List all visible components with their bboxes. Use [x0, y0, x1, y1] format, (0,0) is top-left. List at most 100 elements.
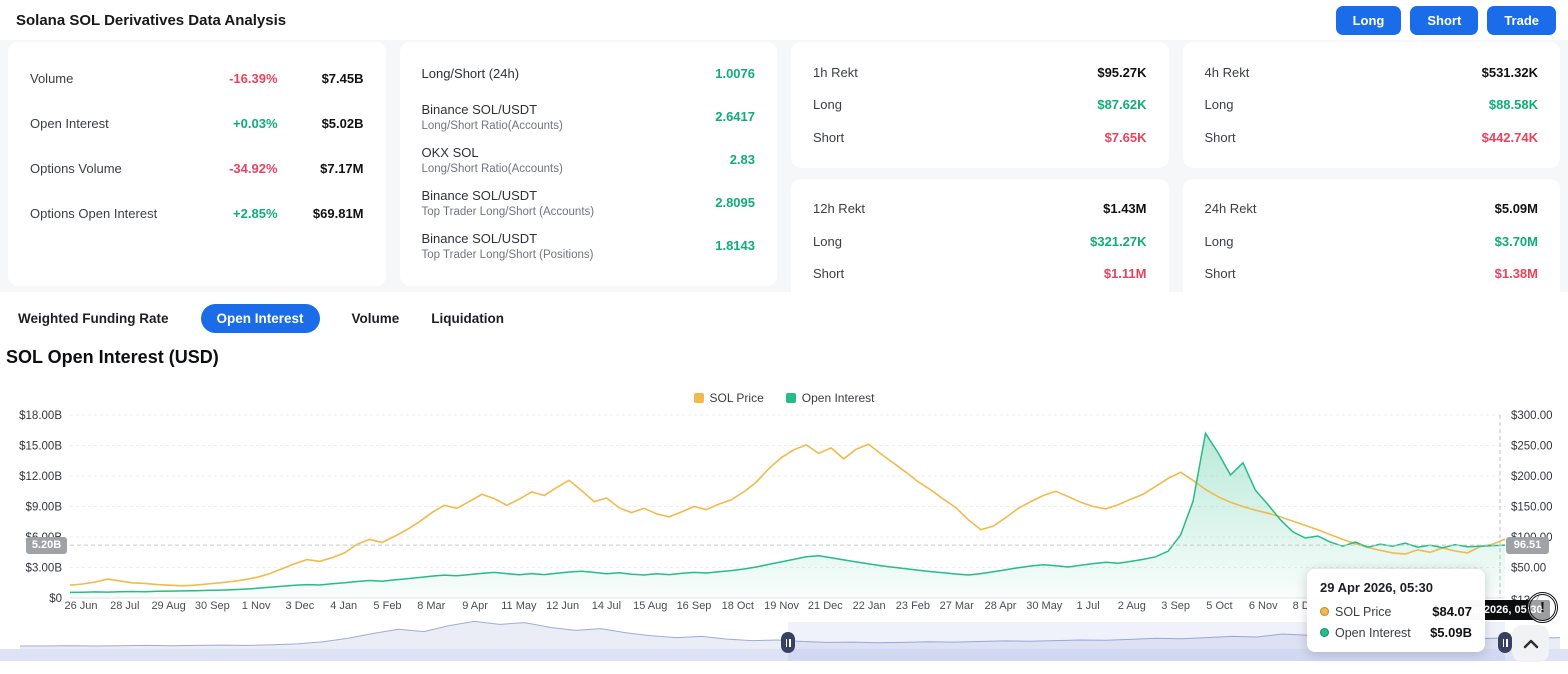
svg-text:22 Jan: 22 Jan	[853, 600, 886, 612]
rekt-long-value: $3.70M	[1494, 233, 1538, 249]
svg-text:19 Nov: 19 Nov	[764, 600, 799, 612]
svg-text:5 Feb: 5 Feb	[373, 600, 401, 612]
rekt-short-label: Short	[1204, 129, 1236, 145]
svg-text:12 Jun: 12 Jun	[546, 600, 579, 612]
trade-button[interactable]: Trade	[1487, 5, 1556, 35]
rekt-long-label: Long	[1204, 97, 1234, 113]
rekt-long-value: $87.62K	[1097, 97, 1147, 113]
rekt-long-value: $88.58K	[1488, 97, 1538, 113]
long-button[interactable]: Long	[1335, 5, 1402, 35]
page-title: Solana SOL Derivatives Data Analysis	[16, 11, 287, 29]
tab-weighted-funding-rate[interactable]: Weighted Funding Rate	[18, 311, 169, 326]
market-metrics-card: Volume -16.39% $7.45B Open Interest +0.0…	[8, 42, 386, 286]
metric-row-open-interest: Open Interest +0.03% $5.02B	[30, 101, 364, 146]
tab-volume[interactable]: Volume	[352, 311, 400, 326]
rekt-total: $531.32K	[1481, 64, 1538, 80]
svg-text:3 Sep: 3 Sep	[1161, 600, 1190, 612]
ratio-label: OKX SOL	[421, 144, 479, 160]
rekt-short-label: Short	[1204, 266, 1236, 282]
metric-value: $7.17M	[320, 161, 364, 176]
rekt-title: 4h Rekt	[1204, 64, 1250, 80]
ratio-label: Binance SOL/USDT	[421, 230, 538, 246]
rekt-card-4h: 4h Rekt $531.32K Long $88.58K Short $442.74…	[1182, 42, 1560, 168]
ratio-sublabel: Long/Short Ratio(Accounts)	[421, 119, 563, 132]
top-actions: Long Short Trade	[1335, 5, 1556, 35]
svg-text:15 Aug: 15 Aug	[633, 600, 667, 612]
navigator-right-handle[interactable]	[1498, 632, 1512, 653]
alert-seal-icon[interactable]: !	[1527, 592, 1558, 623]
ratio-row: Long/Short (24h) 1.0076	[422, 52, 756, 95]
ratio-row: Binance SOL/USDT Long/Short Ratio(Accoun…	[422, 95, 756, 138]
tooltip-label: Open Interest	[1335, 625, 1411, 640]
sol-price-swatch-icon	[693, 393, 704, 403]
chart-area[interactable]: SOL Price Open Interest $18.00B $15.00B $1…	[0, 380, 1568, 674]
legend-label: SOL Price	[709, 391, 764, 405]
svg-text:8 Mar: 8 Mar	[417, 600, 445, 612]
ratio-row: OKX SOL Long/Short Ratio(Accounts) 2.83	[422, 138, 756, 181]
svg-text:1 Nov: 1 Nov	[242, 600, 271, 612]
svg-text:23 Feb: 23 Feb	[896, 600, 930, 612]
legend-item-sol-price[interactable]: SOL Price	[693, 391, 764, 405]
metric-value: $7.45B	[321, 71, 364, 86]
metric-row-volume: Volume -16.39% $7.45B	[30, 56, 364, 101]
rekt-title: 1h Rekt	[813, 64, 858, 80]
svg-text:1 Jul: 1 Jul	[1076, 600, 1099, 612]
sol-price-dot-icon	[1320, 607, 1329, 616]
stats-cards-strip: Volume -16.39% $7.45B Open Interest +0.0…	[0, 40, 1568, 304]
ratio-label: Long/Short (24h)	[421, 66, 520, 81]
ratio-label: Binance SOL/USDT	[421, 187, 538, 203]
tab-liquidation[interactable]: Liquidation	[431, 311, 504, 326]
legend-item-open-interest[interactable]: Open Interest	[785, 391, 875, 405]
legend-label: Open Interest	[801, 391, 875, 405]
svg-text:5 Oct: 5 Oct	[1206, 600, 1232, 612]
ratio-sublabel: Top Trader Long/Short (Accounts)	[421, 205, 595, 218]
svg-text:4 Jan: 4 Jan	[330, 600, 357, 612]
svg-text:26 Jun: 26 Jun	[64, 600, 97, 612]
tab-open-interest[interactable]: Open Interest	[200, 303, 320, 333]
rekt-card-1h: 1h Rekt $95.27K Long $87.62K Short $7.65K	[791, 42, 1169, 168]
svg-text:18 Oct: 18 Oct	[722, 600, 754, 612]
rekt-short-value: $1.11M	[1103, 266, 1147, 282]
tooltip-value: $84.07	[1432, 604, 1472, 619]
svg-text:$50.00: $50.00	[1511, 563, 1546, 575]
ratio-sublabel: Top Trader Long/Short (Positions)	[421, 248, 594, 261]
rekt-total: $95.27K	[1097, 64, 1147, 80]
rekt-card-24h: 24h Rekt $5.09M Long $3.70M Short $1.38M	[1182, 178, 1560, 304]
rekt-title: 12h Rekt	[813, 201, 866, 217]
rekt-title: 24h Rekt	[1204, 201, 1257, 217]
rekt-card-12h: 12h Rekt $1.43M Long $321.27K Short $1.11M	[791, 178, 1169, 304]
tooltip-row-oi: Open Interest $5.09B	[1320, 625, 1472, 640]
svg-text:30 Sep: 30 Sep	[195, 600, 230, 612]
metric-label: Options Open Interest	[30, 206, 158, 221]
svg-text:$9.00B: $9.00B	[26, 502, 63, 514]
svg-text:9 Apr: 9 Apr	[462, 600, 488, 612]
svg-text:29 Aug: 29 Aug	[151, 600, 185, 612]
svg-text:$300.00: $300.00	[1511, 410, 1553, 422]
svg-text:6 Nov: 6 Nov	[1249, 600, 1278, 612]
ratio-row: Binance SOL/USDT Top Trader Long/Short (…	[422, 224, 756, 267]
rekt-long-label: Long	[813, 233, 842, 249]
current-open-interest-badge: 5.20B	[26, 537, 67, 554]
navigator-left-handle[interactable]	[781, 632, 795, 653]
svg-text:3 Dec: 3 Dec	[286, 600, 315, 612]
scroll-to-top-button[interactable]	[1512, 625, 1549, 662]
svg-text:28 Apr: 28 Apr	[985, 600, 1017, 612]
ratio-value: 2.83	[729, 152, 755, 167]
metric-label: Volume	[30, 71, 74, 86]
metric-row-options-open-interest: Options Open Interest +2.85% $69.81M	[30, 191, 364, 236]
short-button[interactable]: Short	[1410, 5, 1479, 35]
rekt-long-label: Long	[1204, 233, 1234, 249]
metric-value: $5.02B	[321, 116, 364, 131]
long-short-ratios-card: Long/Short (24h) 1.0076 Binance SOL/USDT…	[399, 42, 777, 286]
metric-value: $69.81M	[312, 206, 364, 221]
ratio-value: 2.8095	[715, 195, 755, 210]
svg-text:16 Sep: 16 Sep	[677, 600, 712, 612]
rekt-short-value: $1.38M	[1494, 266, 1538, 282]
rekt-short-value: $442.74K	[1481, 129, 1538, 145]
svg-text:14 Jul: 14 Jul	[592, 600, 621, 612]
rekt-short-value: $7.65K	[1104, 129, 1147, 145]
ratio-value: 2.6417	[715, 109, 755, 124]
svg-text:11 May: 11 May	[501, 600, 537, 612]
svg-text:28 Jul: 28 Jul	[110, 600, 139, 612]
svg-text:$150.00: $150.00	[1511, 502, 1553, 514]
